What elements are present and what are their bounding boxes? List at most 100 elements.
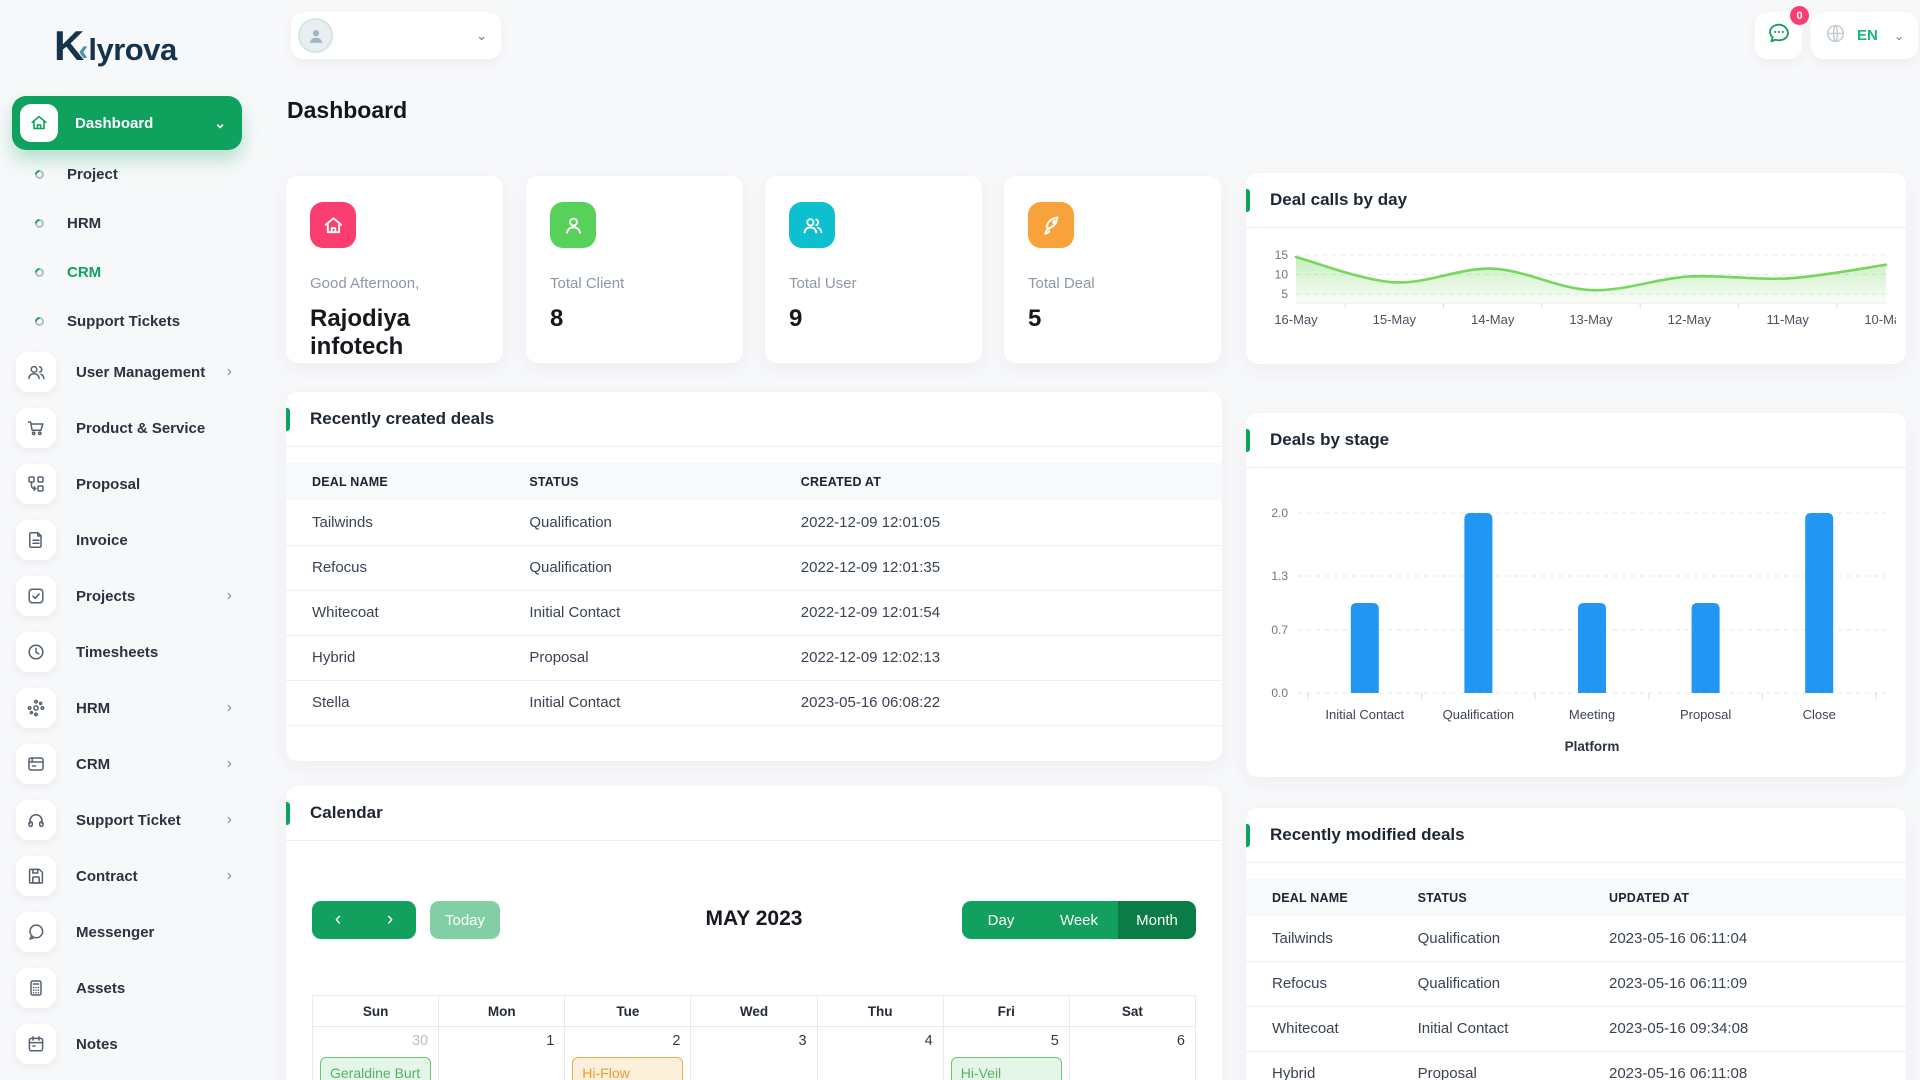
- stat-card-value: 8: [550, 305, 564, 332]
- weekday-header: Wed: [690, 995, 818, 1027]
- calendar-grid: Sun Mon Tue Wed Thu Fri Sat 30 Geraldine Burt 1 2…: [311, 995, 1197, 1080]
- calendar-day-cell[interactable]: 2 Hi-Flow: [564, 1026, 692, 1080]
- sidebar-item-hrm[interactable]: HRM ›: [0, 680, 256, 736]
- sidebar-item-label: Timesheets: [76, 643, 159, 661]
- calendar-day-cell[interactable]: 4: [816, 1026, 944, 1080]
- svg-text:14-May: 14-May: [1471, 312, 1515, 327]
- stat-card-label: Total User: [789, 275, 857, 292]
- weekday-header: Fri: [942, 995, 1070, 1027]
- sidebar-item-crm[interactable]: CRM ›: [0, 736, 256, 792]
- svg-text:11-May: 11-May: [1766, 312, 1809, 327]
- day-number: 1: [546, 1033, 555, 1049]
- calendar-view-day[interactable]: Day: [962, 901, 1040, 939]
- chevron-right-icon: ›: [226, 811, 232, 828]
- table-cell: Tailwinds: [1246, 916, 1418, 962]
- messages-button[interactable]: 0: [1755, 6, 1809, 59]
- recently-modified-deals-card: Recently modified deals DEAL NAME STATUS U…: [1246, 808, 1906, 1080]
- sidebar-item-label: User Management: [76, 363, 206, 381]
- calendar-day-cell[interactable]: 6: [1068, 1026, 1197, 1080]
- calendar-event[interactable]: Hi-Flow: [572, 1057, 684, 1080]
- calendar-day-cell[interactable]: 30 Geraldine Burt: [311, 1026, 440, 1080]
- svg-text:15-May: 15-May: [1373, 312, 1417, 327]
- sidebar-item-label: Support Ticket: [76, 811, 181, 829]
- stat-card-value: 9: [789, 305, 803, 332]
- table-cell: Initial Contact: [529, 680, 801, 726]
- weekday-header: Sat: [1068, 995, 1197, 1027]
- sidebar-item-projects[interactable]: Projects ›: [0, 568, 256, 624]
- calendar-view-switch: Day Week Month: [962, 901, 1196, 939]
- stat-card-value: Rajodiya infotech: [310, 305, 411, 360]
- sidebar-subitem-hrm[interactable]: HRM: [0, 199, 256, 248]
- sidebar-subitem-project[interactable]: Project: [0, 150, 256, 199]
- sidebar-item-dashboard[interactable]: Dashboard ⌄: [12, 96, 242, 150]
- sidebar-item-notes[interactable]: Notes: [0, 1016, 256, 1072]
- calendar-event[interactable]: Hi-Veil: [950, 1057, 1062, 1080]
- table-cell: Qualification: [529, 500, 801, 546]
- table-cell: Proposal: [529, 635, 801, 681]
- bullet-ring-icon: [33, 217, 46, 230]
- sidebar-item-label: Product & Service: [76, 419, 206, 437]
- sidebar-item-label: Invoice: [76, 531, 128, 549]
- sidebar-item-invoice[interactable]: Invoice: [0, 512, 256, 568]
- table-row: Stella Initial Contact 2023-05-16 06:08:22: [286, 680, 1222, 726]
- table-cell: Qualification: [529, 545, 801, 591]
- cart-icon: [16, 408, 56, 448]
- table-cell: Proposal: [1417, 1051, 1609, 1080]
- card-header: Recently modified deals: [1246, 808, 1906, 863]
- table-cell: Whitecoat: [286, 590, 530, 636]
- svg-text:Close: Close: [1803, 707, 1836, 722]
- table-row: Hybrid Proposal 2022-12-09 12:02:13: [286, 635, 1222, 681]
- sidebar-item-label: Dashboard: [75, 114, 154, 132]
- calendar-day-cell[interactable]: 5 Hi-Veil: [942, 1026, 1070, 1080]
- avatar: [298, 18, 333, 53]
- calendar-view-week[interactable]: Week: [1040, 901, 1118, 939]
- sidebar-item-label: HRM: [76, 699, 111, 717]
- bullet-ring-icon: [33, 266, 46, 279]
- sidebar-item-support-ticket[interactable]: Support Ticket ›: [0, 792, 256, 848]
- sidebar-subitem-label: Support Tickets: [67, 313, 181, 330]
- svg-text:Proposal: Proposal: [1680, 707, 1731, 722]
- table-cell: 2022-12-09 12:02:13: [800, 635, 1222, 681]
- language-select[interactable]: EN ⌄: [1811, 12, 1918, 59]
- table-cell: 2022-12-09 12:01:05: [800, 500, 1222, 546]
- workspace-select[interactable]: ⌄: [291, 12, 501, 59]
- table-cell: 2023-05-16 06:08:22: [800, 680, 1222, 726]
- table-cell: 2022-12-09 12:01:35: [800, 545, 1222, 591]
- sidebar-item-messenger[interactable]: Messenger: [0, 904, 256, 960]
- calendar-day-cell[interactable]: 3: [690, 1026, 818, 1080]
- day-number: 5: [1050, 1033, 1059, 1049]
- sidebar-subitem-support-tickets[interactable]: Support Tickets: [0, 297, 256, 346]
- save-icon: [16, 856, 56, 896]
- stat-card-label: Total Deal: [1028, 275, 1095, 292]
- chevron-down-icon: ⌄: [1893, 28, 1904, 43]
- stat-card-good-afternoon: Good Afternoon, Rajodiya infotech: [286, 176, 503, 363]
- chevron-down-icon: ⌄: [214, 114, 226, 131]
- table-cell: 2023-05-16 06:11:09: [1608, 961, 1906, 1007]
- notification-badge: 0: [1790, 6, 1809, 25]
- card-header: Deals by stage: [1246, 413, 1906, 468]
- sidebar-item-timesheets[interactable]: Timesheets: [0, 624, 256, 680]
- calendar-view-month[interactable]: Month: [1118, 901, 1196, 939]
- sidebar-subitem-crm[interactable]: CRM: [0, 248, 256, 297]
- sidebar-item-proposal[interactable]: Proposal: [0, 456, 256, 512]
- table-cell: Stella: [286, 680, 530, 726]
- sidebar-item-user-management[interactable]: User Management ›: [0, 344, 256, 400]
- chevron-right-icon: ›: [226, 587, 232, 604]
- card-header: Deal calls by day: [1246, 173, 1906, 228]
- calendar-event[interactable]: Geraldine Burt: [320, 1057, 432, 1080]
- user-icon: [550, 202, 596, 248]
- table-row: Tailwinds Qualification 2023-05-16 06:11:0…: [1246, 916, 1906, 962]
- sidebar-item-product-service[interactable]: Product & Service: [0, 400, 256, 456]
- table-cell: Hybrid: [286, 635, 530, 681]
- sidebar-item-label: Contract: [76, 867, 138, 885]
- sidebar-item-label: Messenger: [76, 923, 155, 941]
- table-row: Whitecoat Initial Contact 2022-12-09 12:01…: [286, 590, 1222, 636]
- sidebar-item-contract[interactable]: Contract ›: [0, 848, 256, 904]
- sidebar-subitem-label: Project: [67, 166, 118, 183]
- stat-card-total-deal: Total Deal 5: [1004, 176, 1221, 363]
- table-cell: 2023-05-16 06:11:08: [1608, 1051, 1906, 1080]
- table-row: Refocus Qualification 2022-12-09 12:01:35: [286, 545, 1222, 591]
- recently-modified-deals-table: DEAL NAME STATUS UPDATED AT Tailwinds Quali…: [1246, 879, 1906, 1080]
- calendar-day-cell[interactable]: 1: [438, 1026, 566, 1080]
- sidebar-item-assets[interactable]: Assets: [0, 960, 256, 1016]
